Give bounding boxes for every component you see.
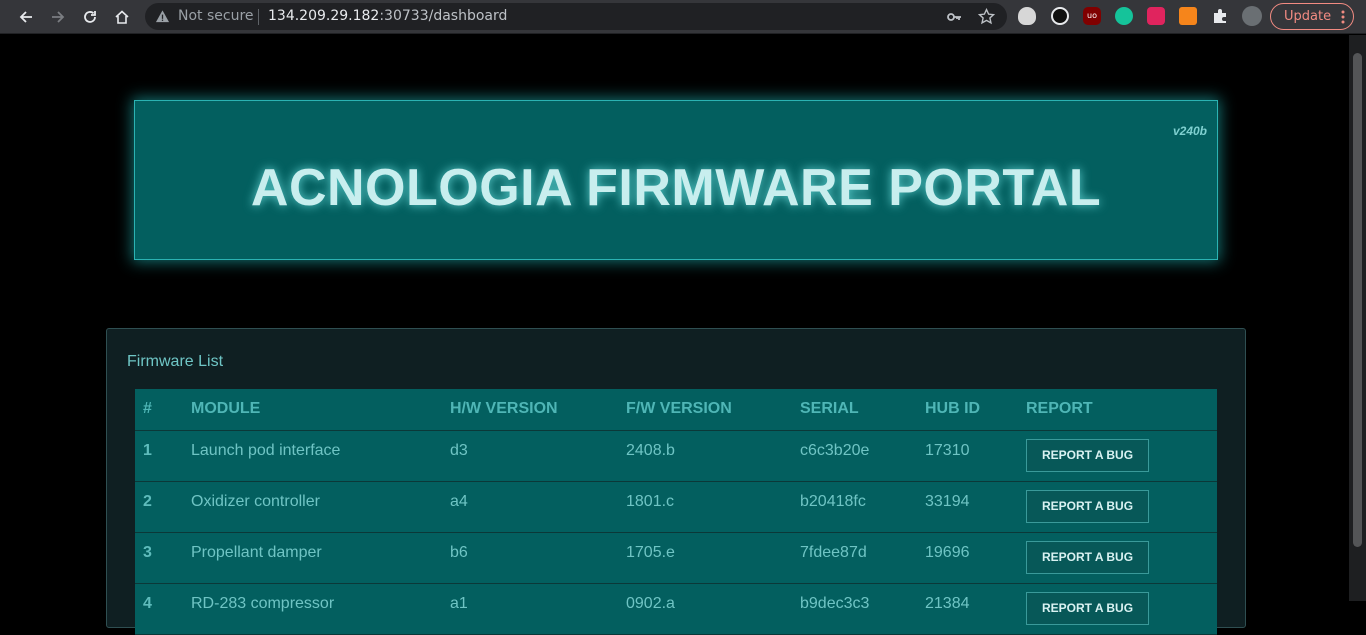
reload-icon (84, 11, 96, 23)
column-header-serial: SERIAL (792, 389, 917, 431)
forward-button[interactable] (45, 4, 71, 30)
table-row: 1 Launch pod interface d3 2408.b c6c3b20… (135, 430, 1217, 482)
table-row: 4 RD-283 compressor a1 0902.a b9dec3c3 2… (135, 583, 1217, 635)
hw-version: b6 (442, 532, 618, 584)
report-bug-button[interactable]: REPORT A BUG (1026, 540, 1149, 574)
serial: 7fdee87d (792, 532, 917, 584)
report-bug-button[interactable]: REPORT A BUG (1026, 438, 1149, 472)
metamask-extension-icon[interactable] (1179, 7, 1197, 25)
column-header-module: MODULE (183, 389, 442, 431)
row-number: 1 (135, 430, 183, 482)
report-cell: REPORT A BUG (1018, 430, 1217, 482)
url-path: :30733/dashboard (379, 8, 508, 24)
browser-toolbar: Not secure 134.209.29.182:30733/dashboar… (0, 0, 1366, 34)
hw-version: a4 (442, 481, 618, 533)
row-number: 3 (135, 532, 183, 584)
back-button[interactable] (13, 4, 39, 30)
version-label: v240b (1172, 124, 1207, 138)
hw-version: a1 (442, 583, 618, 635)
fw-version: 1705.e (618, 532, 792, 584)
home-icon (115, 10, 129, 24)
row-number: 4 (135, 583, 183, 635)
ninja-extension-icon[interactable] (1051, 7, 1069, 25)
table-row: 3 Propellant damper b6 1705.e 7fdee87d 1… (135, 532, 1217, 584)
column-header-report: REPORT (1018, 389, 1217, 431)
menu-dots-icon (1341, 10, 1345, 24)
module-name: Oxidizer controller (183, 481, 442, 533)
profile-avatar-icon[interactable] (1242, 6, 1262, 26)
back-arrow-icon (19, 11, 32, 23)
column-header-hub-id: HUB ID (917, 389, 1018, 431)
module-name: Propellant damper (183, 532, 442, 584)
hub-id: 21384 (917, 583, 1018, 635)
module-name: RD-283 compressor (183, 583, 442, 635)
row-number: 2 (135, 481, 183, 533)
report-bug-button[interactable]: REPORT A BUG (1026, 489, 1149, 523)
fw-version: 1801.c (618, 481, 792, 533)
grammarly-extension-icon[interactable] (1115, 7, 1133, 25)
address-bar[interactable]: Not secure 134.209.29.182:30733/dashboar… (145, 3, 1007, 30)
video-extension-icon[interactable] (1147, 7, 1165, 25)
warning-icon (155, 10, 170, 23)
scrollbar-thumb[interactable] (1353, 53, 1362, 547)
serial: b20418fc (792, 481, 917, 533)
report-cell: REPORT A BUG (1018, 583, 1217, 635)
table-header-row: # MODULE H/W VERSION F/W VERSION SERIAL … (135, 389, 1217, 431)
update-button[interactable]: Update (1270, 3, 1354, 30)
column-header-number: # (135, 389, 183, 431)
report-cell: REPORT A BUG (1018, 532, 1217, 584)
key-icon[interactable] (946, 9, 962, 25)
bookmark-star-icon[interactable] (978, 8, 995, 25)
hub-id: 19696 (917, 532, 1018, 584)
url-text[interactable]: 134.209.29.182:30733/dashboard (268, 8, 507, 24)
report-bug-button[interactable]: REPORT A BUG (1026, 591, 1149, 625)
column-header-hw-version: H/W VERSION (442, 389, 618, 431)
report-cell: REPORT A BUG (1018, 481, 1217, 533)
firmware-panel: Firmware List # MODULE H/W VERSION F/W V… (106, 328, 1246, 635)
ublock-extension-icon[interactable]: uo (1083, 7, 1101, 25)
shield-extension-icon[interactable] (1018, 7, 1036, 25)
reload-button[interactable] (77, 4, 103, 30)
security-status: Not secure (178, 8, 254, 24)
fw-version: 2408.b (618, 430, 792, 482)
table-row: 2 Oxidizer controller a4 1801.c b20418fc… (135, 481, 1217, 533)
panel-title: Firmware List (127, 353, 224, 370)
puzzle-extensions-icon[interactable] (1211, 7, 1229, 25)
module-name: Launch pod interface (183, 430, 442, 482)
forward-arrow-icon (52, 11, 65, 23)
portal-banner: v240b ACNOLOGIA FIRMWARE PORTAL (134, 100, 1218, 260)
firmware-table: # MODULE H/W VERSION F/W VERSION SERIAL … (135, 389, 1217, 635)
url-host: 134.209.29.182 (268, 8, 380, 24)
column-header-fw-version: F/W VERSION (618, 389, 792, 431)
hub-id: 17310 (917, 430, 1018, 482)
hub-id: 33194 (917, 481, 1018, 533)
page-viewport: v240b ACNOLOGIA FIRMWARE PORTAL Firmware… (0, 35, 1349, 635)
fw-version: 0902.a (618, 583, 792, 635)
update-label: Update (1284, 9, 1332, 24)
omnibox-divider (258, 9, 259, 25)
vertical-scrollbar[interactable] (1349, 35, 1366, 601)
hw-version: d3 (442, 430, 618, 482)
home-button[interactable] (109, 4, 135, 30)
page-title: ACNOLOGIA FIRMWARE PORTAL (250, 159, 1102, 217)
serial: b9dec3c3 (792, 583, 917, 635)
serial: c6c3b20e (792, 430, 917, 482)
